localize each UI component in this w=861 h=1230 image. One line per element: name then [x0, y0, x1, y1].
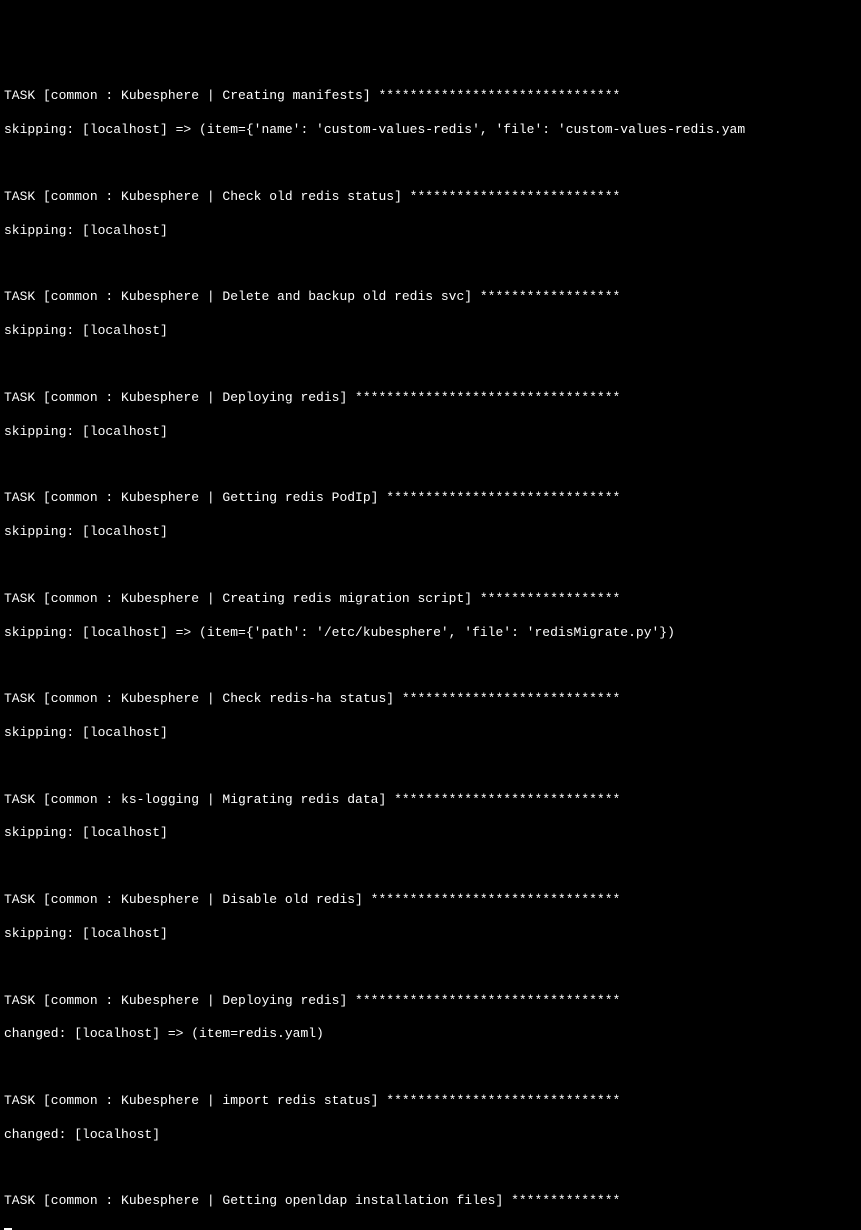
task-line: TASK [common : Kubesphere | import redis…: [4, 1093, 857, 1110]
result-line: skipping: [localhost] => (item={'name': …: [4, 122, 857, 139]
blank-line: [4, 156, 857, 172]
result-line: skipping: [localhost] => (item={'path': …: [4, 625, 857, 642]
blank-line: [4, 1060, 857, 1076]
task-line: TASK [common : ks-logging | Migrating re…: [4, 792, 857, 809]
result-line: skipping: [localhost]: [4, 926, 857, 943]
blank-line: [4, 1161, 857, 1177]
result-line: skipping: [localhost]: [4, 524, 857, 541]
task-line: TASK [common : Kubesphere | Deploying re…: [4, 390, 857, 407]
result-line: changed: [localhost]: [4, 1127, 857, 1144]
blank-line: [4, 457, 857, 473]
blank-line: [4, 960, 857, 976]
terminal-output: TASK [common : Kubesphere | Creating man…: [4, 72, 857, 679]
task-line: TASK [common : Kubesphere | Creating red…: [4, 591, 857, 608]
result-line: skipping: [localhost]: [4, 825, 857, 842]
task-line: TASK [common : Kubesphere | Check old re…: [4, 189, 857, 206]
task-line: TASK [common : Kubesphere | Getting redi…: [4, 490, 857, 507]
result-line: skipping: [localhost]: [4, 725, 857, 742]
blank-line: [4, 759, 857, 775]
result-line: skipping: [localhost]: [4, 323, 857, 340]
task-line: TASK [common : Kubesphere | Check redis-…: [4, 691, 857, 708]
blank-line: [4, 658, 857, 674]
blank-line: [4, 859, 857, 875]
blank-line: [4, 558, 857, 574]
result-line: changed: [localhost] => (item=redis.yaml…: [4, 1026, 857, 1043]
task-line: TASK [common : Kubesphere | Deploying re…: [4, 993, 857, 1010]
result-line: skipping: [localhost]: [4, 424, 857, 441]
task-line: TASK [common : Kubesphere | Disable old …: [4, 892, 857, 909]
task-line: TASK [common : Kubesphere | Creating man…: [4, 88, 857, 105]
blank-line: [4, 357, 857, 373]
blank-line: [4, 256, 857, 272]
task-line: TASK [common : Kubesphere | Getting open…: [4, 1193, 857, 1210]
task-line: TASK [common : Kubesphere | Delete and b…: [4, 289, 857, 306]
result-line: skipping: [localhost]: [4, 223, 857, 240]
terminal-cursor: [4, 1228, 12, 1230]
